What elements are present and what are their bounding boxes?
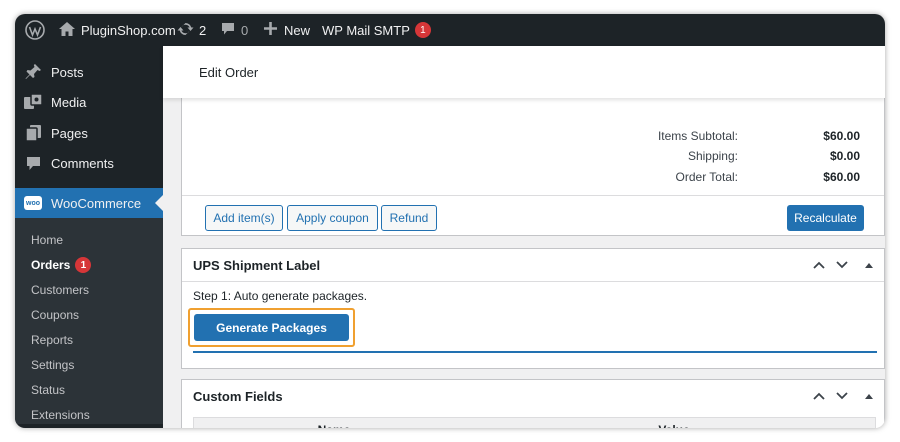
collapse-toggle-icon[interactable]: [860, 249, 878, 281]
submenu-item-settings[interactable]: Settings: [31, 355, 74, 375]
recalculate-button[interactable]: Recalculate: [787, 205, 864, 231]
comments-count: 0: [241, 22, 249, 38]
refund-button[interactable]: Refund: [381, 205, 437, 231]
shipping-value: $0.00: [829, 149, 860, 163]
page-header: Edit Order: [163, 46, 885, 98]
updates-link[interactable]: 2: [177, 14, 206, 46]
submenu-item-status[interactable]: Status: [31, 380, 65, 400]
move-down-icon[interactable]: [833, 249, 851, 281]
main-content: Edit Order Items Subtotal: $60.00 Shippi…: [163, 46, 885, 428]
wp-mail-smtp-link[interactable]: WP Mail SMTP 1: [322, 14, 431, 46]
wordpress-logo-icon[interactable]: [25, 14, 45, 46]
progress-line: [193, 351, 877, 353]
step-text: Step 1: Auto generate packages.: [193, 289, 368, 303]
subtotal-label: Items Subtotal:: [657, 129, 738, 143]
divider: [182, 195, 884, 196]
submenu-item-customers[interactable]: Customers: [31, 280, 89, 300]
pages-icon: [15, 125, 51, 141]
submenu-item-orders[interactable]: Orders 1: [31, 255, 92, 275]
smtp-notification-badge: 1: [414, 22, 431, 38]
submenu-item-extensions[interactable]: Extensions: [31, 405, 90, 425]
panel-title: UPS Shipment Label: [193, 258, 321, 273]
sidebar-item-comments[interactable]: Comments: [15, 148, 163, 178]
comments-link[interactable]: 0: [221, 14, 248, 46]
order-items-panel: Items Subtotal: $60.00 Shipping: $0.00 O…: [181, 86, 885, 236]
column-header-value: Value: [474, 418, 874, 428]
sidebar-item-pages[interactable]: Pages: [15, 118, 163, 148]
pin-icon: [15, 64, 51, 80]
submenu-item-home[interactable]: Home: [31, 230, 63, 250]
page-title: Edit Order: [199, 64, 259, 80]
submenu-item-coupons[interactable]: Coupons: [31, 305, 79, 325]
media-icon: [15, 94, 51, 110]
home-icon: [59, 21, 75, 39]
new-content-link[interactable]: New: [264, 14, 310, 46]
woocommerce-submenu: Home Orders 1 Customers Coupons Reports …: [15, 218, 163, 424]
sidebar-item-media[interactable]: Media: [15, 87, 163, 117]
updates-icon: [177, 22, 194, 39]
orders-count-badge: 1: [75, 257, 92, 273]
add-items-button[interactable]: Add item(s): [205, 205, 283, 231]
order-total-value: $60.00: [823, 170, 860, 184]
current-menu-arrow: [155, 195, 163, 211]
column-header-name: Name: [194, 418, 474, 428]
subtotal-value: $60.00: [823, 129, 860, 143]
collapse-toggle-icon[interactable]: [860, 380, 878, 412]
smtp-label: WP Mail SMTP: [322, 22, 410, 38]
woocommerce-icon: woo: [15, 196, 51, 210]
site-name-link[interactable]: PluginShop.com: [59, 14, 176, 46]
move-up-icon[interactable]: [810, 380, 828, 412]
admin-bar: PluginShop.com 2 0 New WP Mail SMTP 1: [15, 14, 885, 46]
updates-count: 2: [199, 22, 207, 38]
comment-icon: [15, 156, 51, 171]
order-total-label: Order Total:: [675, 170, 738, 184]
sidebar-item-label: Media: [51, 94, 87, 110]
sidebar-item-label: Posts: [51, 64, 84, 80]
sidebar-item-label: Pages: [51, 125, 88, 141]
sidebar-item-label: WooCommerce: [51, 195, 142, 211]
browser-frame: PluginShop.com 2 0 New WP Mail SMTP 1 Po…: [15, 14, 885, 428]
generate-packages-button[interactable]: Generate Packages: [194, 314, 349, 341]
plus-icon: [264, 22, 277, 38]
woo-icon-text: woo: [24, 196, 42, 210]
apply-coupon-button[interactable]: Apply coupon: [287, 205, 378, 231]
submenu-item-reports[interactable]: Reports: [31, 330, 73, 350]
sidebar-item-woocommerce[interactable]: woo WooCommerce: [15, 188, 163, 218]
custom-fields-table-header: Name Value: [193, 417, 876, 428]
submenu-label: Orders: [31, 258, 71, 272]
move-down-icon[interactable]: [833, 380, 851, 412]
site-name: PluginShop.com: [81, 22, 176, 38]
sidebar-item-label: Comments: [51, 155, 114, 171]
move-up-icon[interactable]: [810, 249, 828, 281]
divider: [182, 281, 884, 282]
shipping-label: Shipping:: [687, 149, 738, 163]
new-label: New: [284, 22, 311, 38]
panel-title: Custom Fields: [193, 389, 283, 404]
admin-sidebar: Posts Media Pages Comments woo WooCommer…: [15, 46, 163, 428]
sidebar-item-posts[interactable]: Posts: [15, 57, 163, 87]
ups-shipment-panel: UPS Shipment Label Step 1: Auto generate…: [181, 248, 885, 369]
comment-bubble-icon: [221, 22, 235, 39]
custom-fields-panel: Custom Fields Name Value: [181, 379, 885, 428]
